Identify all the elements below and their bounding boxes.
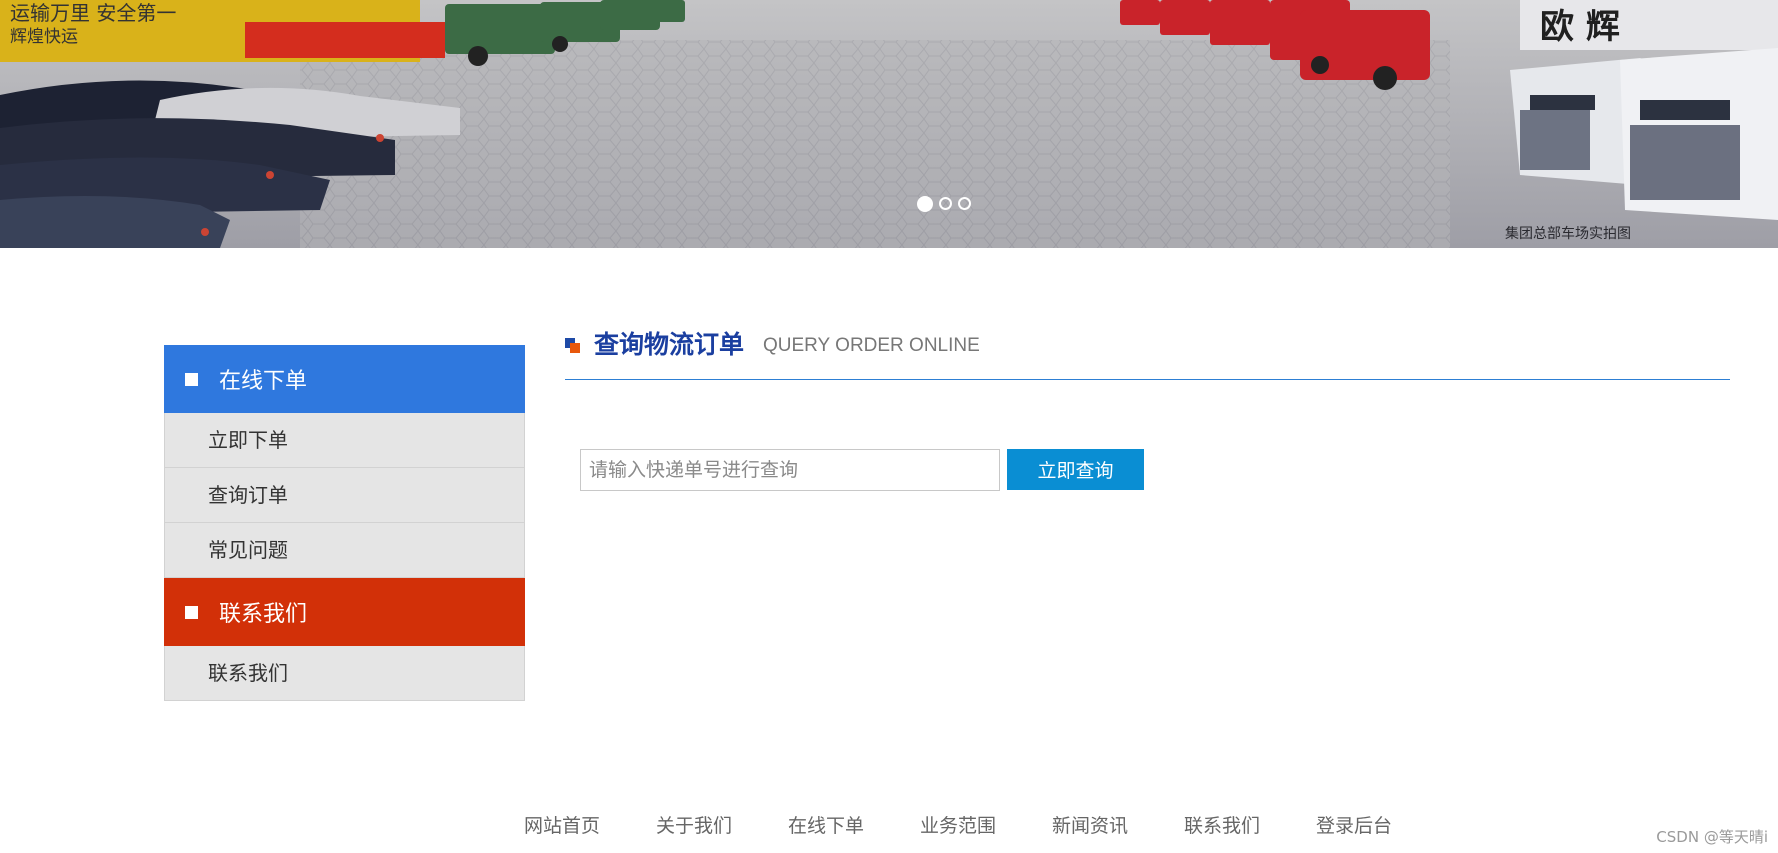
banner-sign-right: 欧 辉 bbox=[1540, 7, 1620, 47]
sidebar-header-label: 联系我们 bbox=[219, 602, 308, 627]
footer-nav: 网站首页 关于我们 在线下单 业务范围 新闻资讯 联系我们 登录后台 bbox=[496, 811, 1420, 838]
footer-link-home[interactable]: 网站首页 bbox=[496, 811, 628, 838]
sidebar-header-order-online[interactable]: 在线下单 bbox=[164, 345, 525, 413]
sidebar-item-place-order[interactable]: 立即下单 bbox=[164, 413, 525, 468]
sidebar: 在线下单 立即下单 查询订单 常见问题 联系我们 联系我们 bbox=[164, 345, 525, 701]
hero-banner: 运输万里 安全第一 辉煌快运 欧 辉 集团总部车场实拍图 bbox=[0, 0, 1778, 248]
sidebar-header-contact[interactable]: 联系我们 bbox=[164, 578, 525, 646]
sidebar-item-contact-us[interactable]: 联系我们 bbox=[164, 646, 525, 701]
footer-link-about[interactable]: 关于我们 bbox=[628, 811, 760, 838]
footer-link-services[interactable]: 业务范围 bbox=[892, 811, 1024, 838]
sidebar-item-query-order[interactable]: 查询订单 bbox=[164, 468, 525, 523]
page-title: 查询物流订单 bbox=[594, 330, 745, 359]
title-squares-icon bbox=[565, 338, 581, 354]
sidebar-header-label: 在线下单 bbox=[219, 369, 308, 394]
carousel-dots bbox=[917, 195, 971, 212]
footer-link-contact[interactable]: 联系我们 bbox=[1156, 811, 1288, 838]
banner-photo: 运输万里 安全第一 辉煌快运 欧 辉 集团总部车场实拍图 bbox=[0, 0, 1778, 248]
square-bullet-icon bbox=[185, 605, 198, 619]
banner-caption: 集团总部车场实拍图 bbox=[1505, 225, 1631, 242]
footer-link-news[interactable]: 新闻资讯 bbox=[1024, 811, 1156, 838]
carousel-dot-3[interactable] bbox=[958, 197, 971, 210]
banner-sign-left-sub: 辉煌快运 bbox=[10, 27, 78, 47]
banner-sign-left: 运输万里 安全第一 bbox=[10, 1, 176, 25]
tracking-number-input[interactable] bbox=[580, 449, 1000, 491]
query-now-button[interactable]: 立即查询 bbox=[1007, 449, 1144, 490]
carousel-dot-1[interactable] bbox=[917, 195, 933, 212]
section-title-bar: 查询物流订单 QUERY ORDER ONLINE bbox=[565, 327, 1730, 380]
sidebar-item-faq[interactable]: 常见问题 bbox=[164, 523, 525, 578]
carousel-dot-2[interactable] bbox=[939, 197, 952, 210]
page-subtitle: QUERY ORDER ONLINE bbox=[763, 335, 980, 356]
square-bullet-icon bbox=[185, 372, 198, 386]
footer-link-order[interactable]: 在线下单 bbox=[760, 811, 892, 838]
footer-link-admin-login[interactable]: 登录后台 bbox=[1288, 811, 1420, 838]
watermark: CSDN @等天晴i bbox=[1656, 828, 1768, 846]
